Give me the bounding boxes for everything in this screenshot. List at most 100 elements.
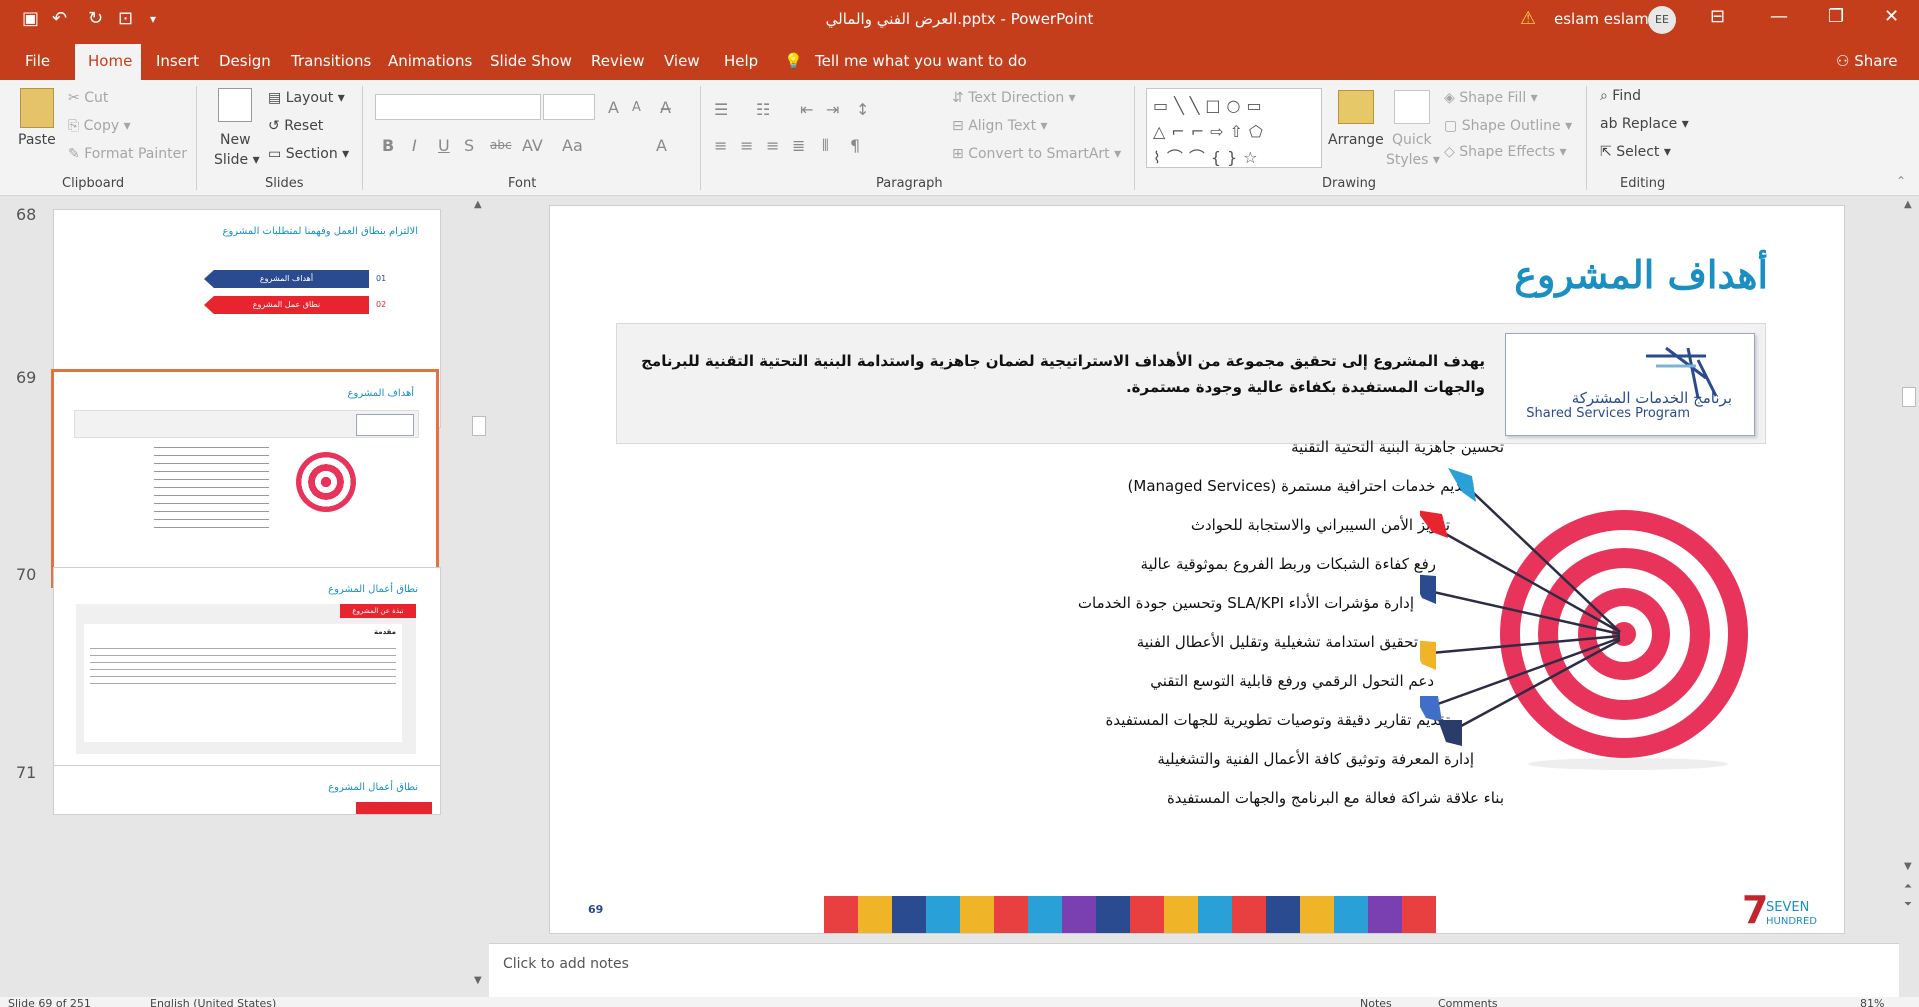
restore-icon[interactable]: ❐ — [1828, 6, 1844, 27]
scroll-up-icon[interactable]: ▲ — [474, 199, 482, 210]
goal-item[interactable]: رفع كفاءة الشبكات وربط الفروع بموثوقية ع… — [1141, 555, 1436, 573]
shrink-font-icon[interactable]: A — [632, 100, 641, 115]
slide-scrollbar[interactable]: ▲ ▼ ⏶ ⏷ — [1899, 197, 1919, 942]
user-name[interactable]: eslam eslam — [1554, 10, 1649, 28]
next-slide-icon[interactable]: ⏷ — [1904, 899, 1912, 910]
avatar[interactable]: EE — [1648, 6, 1676, 34]
convert-smartart-button[interactable]: ⊞ Convert to SmartArt ▾ — [952, 146, 1121, 162]
minimize-icon[interactable]: — — [1770, 6, 1788, 27]
current-slide[interactable]: أهداف المشروع برنامج الخدمات المشتركة Sh… — [549, 205, 1845, 934]
tab-transitions[interactable]: Transitions — [291, 52, 371, 70]
shape-outline-button[interactable]: ▢ Shape Outline ▾ — [1444, 118, 1572, 134]
paste-button[interactable]: Paste — [18, 132, 56, 148]
replace-button[interactable]: ab Replace ▾ — [1600, 116, 1689, 132]
new-slide-label-2[interactable]: Slide ▾ — [214, 152, 260, 168]
tab-slide-show[interactable]: Slide Show — [490, 52, 572, 70]
tab-view[interactable]: View — [664, 52, 700, 70]
quick-styles-label-2[interactable]: Styles ▾ — [1386, 152, 1440, 168]
notes-pane[interactable]: Click to add notes — [489, 943, 1899, 997]
zoom-level[interactable]: 81% — [1860, 997, 1884, 1007]
quick-styles-icon[interactable] — [1394, 90, 1430, 124]
tab-design[interactable]: Design — [219, 52, 271, 70]
thumbnails-scrollbar[interactable]: ▲ ▼ — [469, 197, 489, 997]
change-case-icon[interactable]: Aa — [562, 136, 583, 155]
justify-icon[interactable]: ≣ — [792, 136, 805, 155]
goal-item[interactable]: تحسين جاهزية البنية التحتية التقنية — [1291, 438, 1504, 456]
text-direction-button[interactable]: ⇵ Text Direction ▾ — [952, 90, 1076, 106]
scroll-up-icon[interactable]: ▲ — [1904, 199, 1912, 210]
align-center-icon[interactable]: ≡ — [740, 136, 753, 155]
intro-box[interactable]: برنامج الخدمات المشتركة Shared Services … — [616, 323, 1766, 444]
goal-item[interactable]: إدارة مؤشرات الأداء SLA/KPI وتحسين جودة … — [1078, 594, 1414, 612]
tab-animations[interactable]: Animations — [388, 52, 472, 70]
goal-item[interactable]: تعزيز الأمن السيبراني والاستجابة للحوادث — [1191, 516, 1450, 534]
reset-button[interactable]: ↺ Reset — [268, 118, 323, 134]
tab-file[interactable]: File — [25, 52, 50, 70]
align-text-button[interactable]: ⊟ Align Text ▾ — [952, 118, 1048, 134]
arrange-icon[interactable] — [1338, 90, 1374, 124]
notes-placeholder[interactable]: Click to add notes — [503, 956, 629, 972]
scroll-thumb[interactable] — [1902, 387, 1916, 407]
tab-help[interactable]: Help — [724, 52, 758, 70]
cut-button[interactable]: ✂ Cut — [68, 90, 108, 106]
shadow-icon[interactable]: S — [464, 136, 474, 155]
format-painter-button[interactable]: ✎ Format Painter — [68, 146, 187, 162]
strikethrough-icon[interactable]: abc — [490, 138, 512, 152]
align-left-icon[interactable]: ≡ — [714, 136, 727, 155]
collapse-ribbon-icon[interactable]: ⌃ — [1896, 174, 1906, 188]
slide-title[interactable]: أهداف المشروع — [1514, 252, 1768, 297]
select-button[interactable]: ⇱ Select ▾ — [1600, 144, 1671, 160]
numbering-icon[interactable]: ☷ — [756, 100, 770, 119]
tab-review[interactable]: Review — [591, 52, 645, 70]
tab-home[interactable]: Home — [88, 52, 132, 70]
target-illustration[interactable] — [1420, 464, 1770, 774]
section-button[interactable]: ▭ Section ▾ — [268, 146, 349, 162]
goal-item[interactable]: دعم التحول الرقمي ورفع قابلية التوسع الت… — [1150, 672, 1434, 690]
italic-icon[interactable]: I — [412, 136, 417, 155]
font-size-input[interactable] — [543, 94, 595, 120]
tab-insert[interactable]: Insert — [156, 52, 199, 70]
decrease-indent-icon[interactable]: ⇤ — [800, 100, 813, 119]
scroll-thumb[interactable] — [472, 416, 486, 436]
close-icon[interactable]: ✕ — [1884, 6, 1899, 27]
columns-icon[interactable]: ⫴ — [822, 136, 829, 156]
scroll-down-icon[interactable]: ▼ — [474, 975, 482, 986]
bullets-icon[interactable]: ☰ — [714, 100, 728, 119]
char-spacing-icon[interactable]: AV — [522, 136, 543, 155]
shape-fill-button[interactable]: ◈ Shape Fill ▾ — [1444, 90, 1538, 106]
share-button[interactable]: ⚇ Share — [1836, 52, 1898, 70]
grow-font-icon[interactable]: A — [608, 98, 619, 117]
warning-icon[interactable]: ⚠ — [1520, 8, 1536, 29]
slide-thumbnail-69[interactable]: أهداف المشروع 7 — [51, 369, 439, 588]
rtl-icon[interactable]: ¶ — [850, 136, 860, 155]
new-slide-icon[interactable] — [218, 88, 252, 122]
language-indicator[interactable]: English (United States) — [150, 997, 276, 1007]
intro-paragraph[interactable]: يهدف المشروع إلى تحقيق مجموعة من الأهداف… — [625, 348, 1485, 400]
copy-button[interactable]: ⎘ Copy ▾ — [68, 118, 131, 134]
goal-item[interactable]: تقديم تقارير دقيقة وتوصيات تطويرية للجها… — [1106, 711, 1450, 729]
slide-thumbnails-pane[interactable]: 68 الالتزام بنطاق العمل وفهمنا لمتطلبات … — [0, 197, 489, 997]
new-slide-button[interactable]: New — [220, 132, 251, 148]
bold-icon[interactable]: B — [382, 136, 394, 155]
line-spacing-icon[interactable]: ↕ — [856, 100, 869, 119]
goal-item[interactable]: بناء علاقة شراكة فعالة مع البرنامج والجه… — [1167, 789, 1504, 807]
shape-effects-button[interactable]: ◇ Shape Effects ▾ — [1444, 144, 1567, 160]
increase-indent-icon[interactable]: ⇥ — [826, 100, 839, 119]
arrange-button[interactable]: Arrange — [1328, 132, 1384, 148]
slide-thumbnail-71[interactable]: نطاق أعمال المشروع — [53, 765, 441, 815]
scroll-down-icon[interactable]: ▼ — [1904, 861, 1912, 872]
clear-format-icon[interactable]: A̶ — [660, 98, 671, 117]
layout-button[interactable]: ▤ Layout ▾ — [268, 90, 345, 106]
ribbon-display-icon[interactable]: ⊟ — [1710, 6, 1725, 27]
underline-icon[interactable]: U — [438, 136, 450, 155]
font-color-icon[interactable]: A — [656, 136, 667, 155]
align-right-icon[interactable]: ≡ — [766, 136, 779, 155]
shapes-gallery[interactable]: ▭╲╲□○▭ △⌐⌐⇨⇧⬠ ⌇⌒⌒{}☆ — [1146, 88, 1322, 168]
goal-item[interactable]: تحقيق استدامة تشغيلية وتقليل الأعطال الف… — [1137, 633, 1418, 651]
quick-styles-button[interactable]: Quick — [1392, 132, 1432, 148]
find-button[interactable]: ⌕ Find — [1600, 88, 1641, 104]
paste-icon[interactable] — [20, 88, 54, 128]
tell-me-input[interactable]: Tell me what you want to do — [815, 52, 1027, 70]
prev-slide-icon[interactable]: ⏶ — [1904, 881, 1912, 892]
slide-thumbnail-70[interactable]: نطاق أعمال المشروع نبذة عن المشروع مقدمة… — [53, 567, 441, 786]
